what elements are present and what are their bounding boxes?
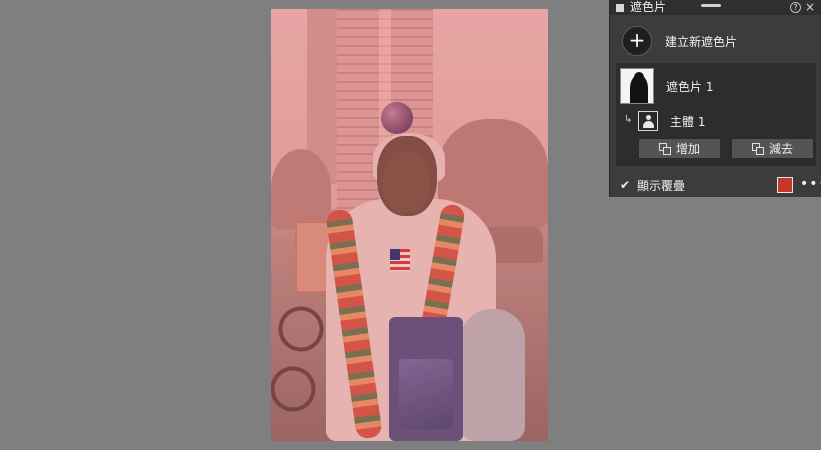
mask-overlay-tint-light — [271, 9, 548, 441]
subtract-button[interactable]: 減去 — [731, 138, 814, 159]
person-icon[interactable] — [638, 111, 658, 131]
corner-arrow-icon: ↳ — [624, 114, 633, 125]
create-mask-label[interactable]: 建立新遮色片 — [665, 33, 737, 50]
mask-component-item[interactable]: ↳ 主體 1 — [624, 110, 814, 132]
mask-component-name[interactable]: 主體 1 — [670, 113, 705, 130]
mask-name[interactable]: 遮色片 1 — [666, 78, 713, 95]
mask-item[interactable]: 遮色片 1 — [620, 67, 812, 105]
add-button-label: 增加 — [675, 142, 700, 156]
mask-thumbnail[interactable] — [620, 68, 654, 104]
add-button[interactable]: 增加 — [638, 138, 721, 159]
overlay-color-swatch[interactable] — [777, 177, 793, 193]
more-icon[interactable]: ••• — [800, 176, 821, 192]
show-overlay-row: ✔ 顯示覆疊 ••• — [610, 174, 821, 196]
add-mask-icon — [658, 142, 671, 155]
close-icon[interactable]: × — [805, 0, 815, 15]
photo-preview[interactable] — [271, 9, 548, 441]
masks-panel: 遮色片 ? × + 建立新遮色片 遮色片 1 ↳ 主體 1 增加 減去 ✔ 顯示… — [609, 0, 821, 197]
mask-list: 遮色片 1 ↳ 主體 1 增加 減去 — [616, 63, 816, 166]
subtract-button-label: 減去 — [768, 142, 793, 156]
panel-header[interactable]: 遮色片 ? × — [610, 0, 821, 15]
drag-handle[interactable] — [701, 4, 721, 7]
show-overlay-checkbox[interactable]: ✔ — [620, 179, 631, 191]
show-overlay-label[interactable]: 顯示覆疊 — [637, 177, 685, 194]
help-icon[interactable]: ? — [790, 2, 801, 13]
panel-title: 遮色片 — [630, 0, 667, 14]
subtract-mask-icon — [751, 142, 764, 155]
create-mask-row[interactable]: + 建立新遮色片 — [610, 22, 821, 60]
plus-icon[interactable]: + — [622, 26, 652, 56]
square-icon — [616, 3, 624, 12]
